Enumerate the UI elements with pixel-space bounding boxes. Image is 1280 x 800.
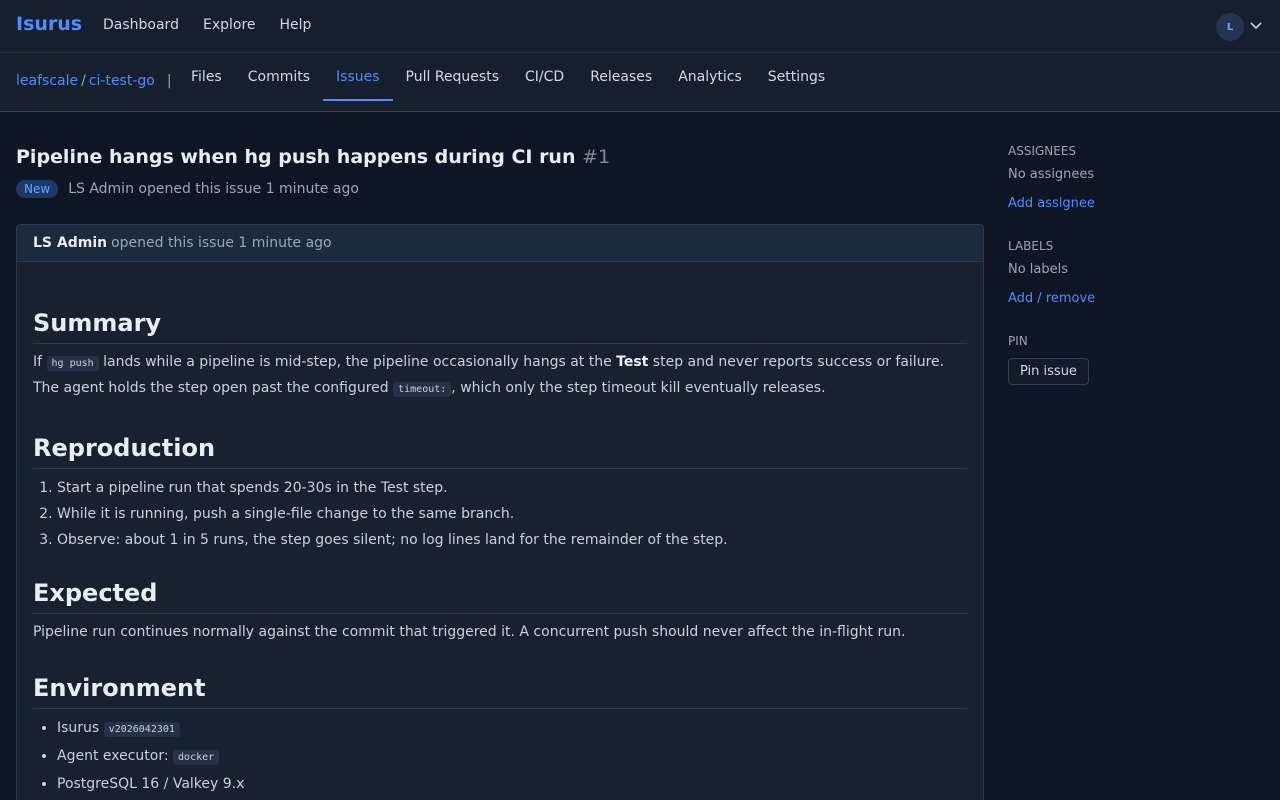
summary-heading: Summary xyxy=(33,309,967,344)
assignees-value: No assignees xyxy=(1008,167,1095,182)
list-item: Isurus v2026042301 xyxy=(57,715,967,743)
reproduction-steps: Start a pipeline run that spends 20-30s … xyxy=(33,475,967,553)
labels-value: No labels xyxy=(1008,262,1069,277)
issue-comment-card: LS Admin opened this issue 1 minute ago … xyxy=(16,224,984,800)
tab-commits[interactable]: Commits xyxy=(235,53,323,101)
list-item: Observe: about 1 in 5 runs, the step goe… xyxy=(57,527,967,553)
expected-heading: Expected xyxy=(33,579,967,614)
issue-opened-line: LS Admin opened this issue 1 minute ago xyxy=(68,181,359,197)
env-isurus-label: Isurus xyxy=(57,720,104,736)
env-agent-executor: docker xyxy=(173,750,220,765)
tab-files[interactable]: Files xyxy=(178,53,235,101)
issue-number: #1 xyxy=(582,146,611,168)
brand-logo[interactable]: Isurus xyxy=(16,13,82,35)
environment-heading: Environment xyxy=(33,674,967,709)
expected-paragraph: Pipeline run continues normally against … xyxy=(33,624,906,640)
breadcrumb-owner[interactable]: leafscale xyxy=(16,73,78,89)
labels-label: LABELS xyxy=(1008,239,1054,253)
comment-header: LS Admin opened this issue 1 minute ago xyxy=(17,225,983,262)
issue-title: Pipeline hangs when hg push happens duri… xyxy=(16,146,610,168)
environment-list: Isurus v2026042301 Agent executor: docke… xyxy=(33,715,967,797)
add-remove-labels-link[interactable]: Add / remove xyxy=(1008,291,1268,306)
tab-analytics[interactable]: Analytics xyxy=(665,53,755,101)
list-item: Agent executor: docker xyxy=(57,743,967,771)
breadcrumb-separator: / xyxy=(81,73,86,89)
issue-sidebar: ASSIGNEES No assignees Add assignee LABE… xyxy=(1008,144,1268,385)
add-assignee-link[interactable]: Add assignee xyxy=(1008,196,1268,211)
summary-paragraph: If hg push lands while a pipeline is mid… xyxy=(33,350,967,402)
pin-issue-button[interactable]: Pin issue xyxy=(1008,358,1089,385)
chevron-down-icon[interactable] xyxy=(1249,18,1263,32)
comment-timestamp: opened this issue 1 minute ago xyxy=(111,235,332,251)
pin-label: PIN xyxy=(1008,334,1028,348)
nav-explore[interactable]: Explore xyxy=(203,17,256,33)
issue-meta: New LS Admin opened this issue 1 minute … xyxy=(16,180,359,198)
breadcrumb-repo[interactable]: ci-test-go xyxy=(89,73,155,89)
comment-author[interactable]: LS Admin xyxy=(33,235,107,251)
summary-code-timeout: timeout: xyxy=(393,382,452,397)
nav-help[interactable]: Help xyxy=(280,17,312,33)
list-item: While it is running, push a single-file … xyxy=(57,501,967,527)
tab-settings[interactable]: Settings xyxy=(755,53,838,101)
env-agent-label: Agent executor: xyxy=(57,748,174,764)
comment-body: Summary If hg push lands while a pipelin… xyxy=(17,309,983,797)
status-badge: New xyxy=(16,180,59,198)
top-nav: Dashboard Explore Help xyxy=(103,17,311,33)
list-item: Start a pipeline run that spends 20-30s … xyxy=(57,475,967,501)
user-avatar[interactable]: L xyxy=(1216,13,1244,41)
summary-code-hg-push: hg push xyxy=(46,356,99,371)
reproduction-heading: Reproduction xyxy=(33,434,967,469)
summary-text-2: lands while a pipeline is mid-step, the … xyxy=(98,354,617,370)
tab-releases[interactable]: Releases xyxy=(577,53,665,101)
assignees-label: ASSIGNEES xyxy=(1008,144,1077,158)
breadcrumb: leafscale / ci-test-go | xyxy=(16,73,172,89)
top-header: Isurus Dashboard Explore Help L xyxy=(0,0,1280,53)
summary-bold-test: Test xyxy=(616,354,649,370)
list-item: PostgreSQL 16 / Valkey 9.x xyxy=(57,771,967,797)
env-isurus-version: v2026042301 xyxy=(103,722,180,737)
issue-title-text: Pipeline hangs when hg push happens duri… xyxy=(16,146,576,168)
summary-text-4: , which only the step timeout kill event… xyxy=(451,380,826,396)
repo-nav-bar: leafscale / ci-test-go | Files Commits Issu… xyxy=(0,53,1280,112)
tab-issues[interactable]: Issues xyxy=(323,53,393,101)
tab-pull-requests[interactable]: Pull Requests xyxy=(393,53,512,101)
summary-text-1: If xyxy=(33,354,47,370)
breadcrumb-divider: | xyxy=(166,73,172,89)
repo-tabs: Files Commits Issues Pull Requests CI/CD… xyxy=(178,53,838,111)
nav-dashboard[interactable]: Dashboard xyxy=(103,17,179,33)
tab-ci-cd[interactable]: CI/CD xyxy=(512,53,577,101)
